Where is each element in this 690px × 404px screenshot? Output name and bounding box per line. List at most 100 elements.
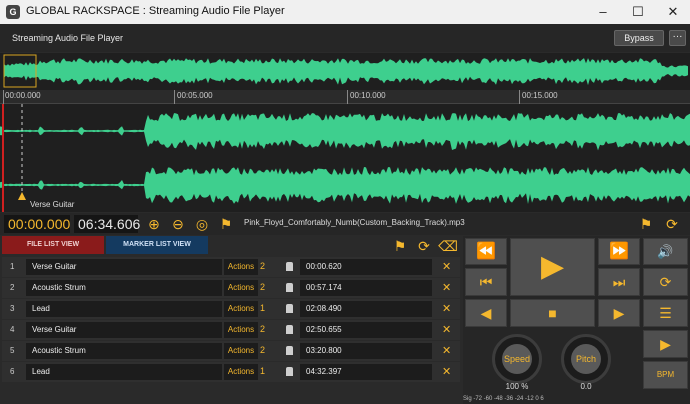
window-title: GLOBAL RACKSPACE : Streaming Audio File …: [26, 5, 285, 17]
actions-button[interactable]: Actions: [224, 259, 258, 275]
trash-icon[interactable]: ⌫: [438, 236, 458, 256]
file-name: Pink_Floyd_Comfortably_Numb(Custom_Backi…: [244, 218, 465, 227]
add-marker-list-icon[interactable]: ⚑: [390, 236, 410, 256]
rewind-icon: ⏪: [476, 243, 496, 260]
marker-number: 3: [10, 304, 15, 313]
plugin-title: Streaming Audio File Player: [12, 33, 124, 43]
pitch-knob[interactable]: Pitch: [561, 334, 611, 384]
marker-time-field[interactable]: 04:32.397: [300, 364, 432, 380]
duration-display: 06:34.606: [74, 215, 140, 233]
marker-name-field[interactable]: Lead: [26, 364, 222, 380]
zoom-out-icon[interactable]: ⊖: [168, 214, 188, 234]
tab-marker-list[interactable]: MARKER LIST VIEW: [106, 236, 208, 254]
stop-button[interactable]: ■: [510, 299, 595, 327]
pitch-value: 0.0: [580, 382, 592, 391]
add-marker-icon[interactable]: ⚑: [636, 214, 656, 234]
fast-forward-button[interactable]: ⏩: [598, 238, 640, 265]
delete-icon[interactable]: ✕: [442, 281, 451, 294]
title-bar: G GLOBAL RACKSPACE : Streaming Audio Fil…: [0, 0, 690, 24]
delete-icon[interactable]: ✕: [442, 260, 451, 273]
playlist-button[interactable]: ☰: [643, 299, 688, 327]
zoom-in-icon[interactable]: ⊕: [144, 214, 164, 234]
actions-button[interactable]: Actions: [224, 343, 258, 359]
marker-time-field[interactable]: 02:50.655: [300, 322, 432, 338]
back-to-marker-button[interactable]: ◀: [465, 299, 507, 327]
marker-time-field[interactable]: 03:20.800: [300, 343, 432, 359]
list-item[interactable]: 1 Verse Guitar Actions 2 00:00.620 ✕: [2, 257, 460, 277]
marker-name-field[interactable]: Verse Guitar: [26, 259, 222, 275]
marker-flag-icon: [18, 192, 26, 200]
list-icon: ☰: [659, 305, 672, 321]
play-button[interactable]: ▶: [510, 238, 595, 296]
actions-button[interactable]: Actions: [224, 301, 258, 317]
goto-marker-icon[interactable]: ⚑: [216, 214, 236, 234]
actions-button[interactable]: Actions: [224, 322, 258, 338]
tick-label: 00:15.000: [522, 91, 558, 100]
sync-icon[interactable]: ⟳: [662, 214, 682, 234]
minimize-button[interactable]: –: [586, 2, 620, 22]
more-options-button[interactable]: ···: [669, 30, 686, 46]
tab-file-list[interactable]: FILE LIST VIEW: [2, 236, 104, 254]
loop-button[interactable]: ⟳: [643, 268, 688, 296]
step-forward-icon: ▶: [613, 305, 625, 321]
marker-number: 1: [10, 262, 15, 271]
next-file-button[interactable]: ▶: [643, 330, 688, 358]
fast-forward-icon: ⏩: [609, 243, 629, 260]
speed-knob[interactable]: Speed: [492, 334, 542, 384]
next-marker-button[interactable]: ⏭: [598, 268, 640, 296]
marker-time-field[interactable]: 00:57.174: [300, 280, 432, 296]
marker-list: 1 Verse Guitar Actions 2 00:00.620 ✕ 2 A…: [0, 257, 461, 387]
list-item[interactable]: 6 Lead Actions 1 04:32.397 ✕: [2, 362, 460, 382]
zoom-fit-icon[interactable]: ◎: [192, 214, 212, 234]
lock-icon[interactable]: [286, 325, 293, 334]
delete-icon[interactable]: ✕: [442, 323, 451, 336]
waveform-overview[interactable]: [0, 53, 690, 90]
previous-marker-button[interactable]: ⏮: [465, 268, 507, 296]
marker-name-field[interactable]: Acoustic Strum: [26, 280, 222, 296]
list-item[interactable]: 5 Acoustic Strum Actions 2 03:20.800 ✕: [2, 341, 460, 361]
play-next-icon: ▶: [660, 336, 671, 352]
step-back-icon: ◀: [480, 305, 492, 321]
bypass-button[interactable]: Bypass: [614, 30, 664, 46]
lock-icon[interactable]: [286, 367, 293, 376]
marker-label[interactable]: Verse Guitar: [30, 200, 74, 209]
lock-icon[interactable]: [286, 304, 293, 313]
lock-icon[interactable]: [286, 283, 293, 292]
maximize-button[interactable]: ☐: [621, 2, 655, 22]
actions-button[interactable]: Actions: [224, 364, 258, 380]
marker-name-field[interactable]: Verse Guitar: [26, 322, 222, 338]
play-from-marker-button[interactable]: ▶: [598, 299, 640, 327]
lock-icon[interactable]: [286, 262, 293, 271]
marker-name-field[interactable]: Lead: [26, 301, 222, 317]
waveform-detail[interactable]: [0, 104, 690, 212]
plugin-header: Streaming Audio File Player: [0, 24, 690, 52]
marker-number: 4: [10, 325, 15, 334]
delete-icon[interactable]: ✕: [442, 344, 451, 357]
app-icon: G: [6, 5, 20, 19]
list-item[interactable]: 3 Lead Actions 1 02:08.490 ✕: [2, 299, 460, 319]
speaker-icon: 🔊: [657, 244, 674, 259]
tick-label: 00:10.000: [350, 91, 386, 100]
marker-time-field[interactable]: 02:08.490: [300, 301, 432, 317]
lock-icon[interactable]: [286, 346, 293, 355]
detail-waveform-graphic: [0, 104, 690, 212]
speed-value: 100 %: [505, 382, 529, 391]
level-meter-scale: Sig -72 -60 -48 -36 -24 -12 0 6: [463, 396, 544, 402]
delete-icon[interactable]: ✕: [442, 365, 451, 378]
loop-icon: ⟳: [659, 274, 672, 290]
time-ruler[interactable]: 00:00.000 00:05.000 00:10.000 00:15.000: [0, 90, 690, 104]
marker-time-field[interactable]: 00:00.620: [300, 259, 432, 275]
pitch-knob-label: Pitch: [571, 344, 601, 374]
list-item[interactable]: 4 Verse Guitar Actions 2 02:50.655 ✕: [2, 320, 460, 340]
marker-name-field[interactable]: Acoustic Strum: [26, 343, 222, 359]
bpm-sync-button[interactable]: BPM: [643, 361, 688, 389]
close-button[interactable]: ✕: [656, 2, 690, 22]
refresh-markers-icon[interactable]: ⟳: [414, 236, 434, 256]
actions-button[interactable]: Actions: [224, 280, 258, 296]
marker-number: 2: [10, 283, 15, 292]
list-item[interactable]: 2 Acoustic Strum Actions 2 00:57.174 ✕: [2, 278, 460, 298]
volume-button[interactable]: 🔊: [643, 238, 688, 265]
action-count: 2: [260, 261, 266, 271]
rewind-button[interactable]: ⏪: [465, 238, 507, 265]
delete-icon[interactable]: ✕: [442, 302, 451, 315]
